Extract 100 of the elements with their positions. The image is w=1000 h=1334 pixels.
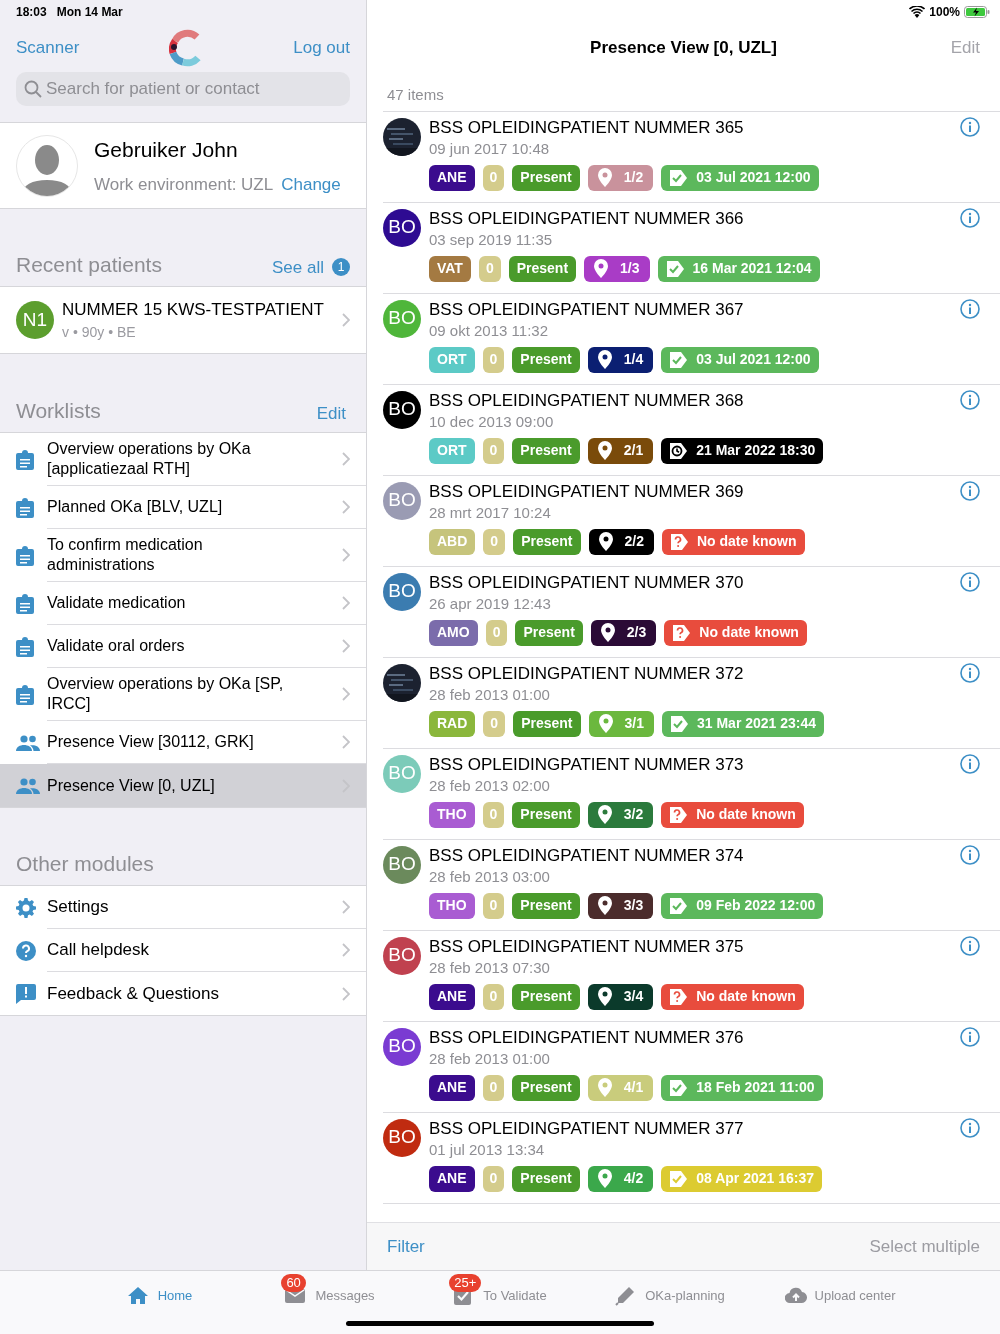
tag-check-icon [669, 714, 689, 733]
patient-avatar: BO [383, 1027, 421, 1066]
info-icon [960, 844, 980, 865]
department-tag: ANE [429, 164, 475, 191]
module-item[interactable]: Settings [0, 886, 366, 929]
due-date-tag: No date known [661, 983, 804, 1010]
tab-item[interactable]: 25+ To Validate [415, 1271, 585, 1306]
patient-date: 28 feb 2013 03:00 [429, 866, 551, 887]
patient-row[interactable]: BO BSS OPLEIDINGPATIENT NUMMER 368 10 dec 2013 09:00 ORT 0 Present 2/1 21 Mar 2022 18:30 [383, 384, 1000, 476]
patient-date: 28 feb 2013 01:00 [429, 1048, 551, 1069]
info-button[interactable] [960, 935, 980, 956]
patient-date: 28 mrt 2017 10:24 [429, 502, 552, 523]
due-date-tag: No date known [664, 619, 807, 646]
pin-icon [597, 441, 612, 460]
status-tag: Present [512, 892, 580, 919]
patient-row[interactable]: N1 NUMMER 15 KWS-TESTPATIENT v • 90y • BE [0, 287, 366, 353]
info-button[interactable] [960, 753, 980, 774]
battery-percent: 100% [929, 4, 960, 21]
info-button[interactable] [960, 844, 980, 865]
location-tag: 3/1 [588, 710, 654, 737]
module-item[interactable]: Call helpdesk [0, 929, 366, 972]
chevron-icon [342, 452, 350, 466]
tab-label: Messages [315, 1287, 375, 1306]
worklist-item[interactable]: Validate oral orders [0, 625, 366, 668]
info-icon [960, 571, 980, 592]
chevron-icon [342, 735, 350, 749]
info-button[interactable] [960, 207, 980, 228]
status-tag: Present [512, 801, 580, 828]
info-button[interactable] [960, 1026, 980, 1047]
department-tag: ORT [429, 346, 475, 373]
worklist-item[interactable]: To confirm medication administrations [0, 529, 366, 582]
counter-tag: 0 [482, 1074, 505, 1101]
info-button[interactable] [960, 571, 980, 592]
pin-icon [597, 1169, 612, 1188]
tag-check-icon [669, 1078, 689, 1097]
worklist-item[interactable]: Validate medication [0, 582, 366, 625]
status-tag: Present [508, 255, 577, 282]
patient-row[interactable]: BO BSS OPLEIDINGPATIENT NUMMER 367 09 okt 2013 11:32 ORT 0 Present 1/4 03 Jul 2021 12:00 [383, 293, 1000, 385]
info-button[interactable] [960, 662, 980, 683]
gear-icon [16, 897, 36, 918]
due-date-tag: 16 Mar 2021 12:04 [657, 255, 820, 282]
worklist-item[interactable]: Overview operations by OKa [applicatiezaal RTH] [0, 433, 366, 486]
search-field[interactable]: Search for patient or contact [16, 72, 350, 106]
department-tag: RAD [429, 710, 476, 737]
info-button[interactable] [960, 116, 980, 137]
patient-date: 10 dec 2013 09:00 [429, 411, 555, 432]
patient-row[interactable]: BO BSS OPLEIDINGPATIENT NUMMER 376 28 feb 2013 01:00 ANE 0 Present 4/1 18 Feb 2021 11:00 [383, 1021, 1000, 1113]
patient-row[interactable]: BSS OPLEIDINGPATIENT NUMMER 372 28 feb 2013 01:00 RAD 0 Present 3/1 31 Mar 2021 23:44 [383, 657, 1000, 749]
module-label: Feedback & Questions [47, 982, 220, 1005]
module-label: Settings [47, 896, 110, 919]
patient-date: 28 feb 2013 01:00 [429, 684, 551, 705]
patient-name: BSS OPLEIDINGPATIENT NUMMER 376 [429, 1026, 745, 1049]
patient-row[interactable]: BO BSS OPLEIDINGPATIENT NUMMER 374 28 feb 2013 03:00 THO 0 Present 3/3 09 Feb 2022 12:00 [383, 839, 1000, 931]
section-title: Recent patients [16, 251, 162, 278]
tag-check-icon [665, 259, 685, 278]
tab-item[interactable]: 60 Messages [245, 1271, 415, 1306]
worklist-item[interactable]: Planned OKa [BLV, UZL] [0, 486, 366, 529]
change-link[interactable]: Change [281, 171, 341, 197]
pin-icon [598, 532, 613, 551]
status-tag: Present [512, 437, 580, 464]
patient-name: BSS OPLEIDINGPATIENT NUMMER 372 [429, 662, 745, 685]
info-button[interactable] [960, 480, 980, 501]
patient-row[interactable]: BO BSS OPLEIDINGPATIENT NUMMER 375 28 feb 2013 07:30 ANE 0 Present 3/4 No date known [383, 930, 1000, 1022]
feedback-icon [16, 983, 36, 1004]
patient-avatar: N1 [16, 301, 54, 339]
due-date-tag: 09 Feb 2022 12:00 [661, 892, 824, 919]
info-button[interactable] [960, 389, 980, 410]
counter-tag: 0 [478, 255, 501, 282]
tag-question-icon [669, 532, 689, 551]
patient-row[interactable]: BO BSS OPLEIDINGPATIENT NUMMER 366 03 sep 2019 11:35 VAT 0 Present 1/3 16 Mar 2021 12:04 [383, 202, 1000, 294]
tag-question-icon [669, 805, 689, 824]
tag-check-icon [669, 1169, 689, 1188]
location-tag: 4/2 [587, 1165, 654, 1192]
info-button[interactable] [960, 1117, 980, 1138]
due-date-tag: 03 Jul 2021 12:00 [661, 164, 819, 191]
avatar-icon [16, 134, 78, 197]
department-tag: ABD [429, 528, 476, 555]
pin-icon [597, 805, 612, 824]
patient-row[interactable]: BSS OPLEIDINGPATIENT NUMMER 365 09 jun 2017 10:48 ANE 0 Present 1/2 03 Jul 2021 12:00 [383, 111, 1000, 203]
worklist-item[interactable]: Presence View [0, UZL] [0, 764, 366, 807]
worklist-label: Presence View [30112, GRK] [47, 732, 255, 752]
patient-name: BSS OPLEIDINGPATIENT NUMMER 375 [429, 935, 745, 958]
counter-tag: 0 [482, 437, 505, 464]
patient-date: 26 apr 2019 12:43 [429, 593, 552, 614]
patient-avatar: BO [383, 572, 421, 611]
location-tag: 4/1 [587, 1074, 654, 1101]
section-title: Other modules [16, 850, 154, 877]
info-button[interactable] [960, 298, 980, 319]
patient-date: 28 feb 2013 02:00 [429, 775, 551, 796]
patient-row[interactable]: BO BSS OPLEIDINGPATIENT NUMMER 373 28 feb 2013 02:00 THO 0 Present 3/2 No date known [383, 748, 1000, 840]
module-item[interactable]: Feedback & Questions [0, 972, 366, 1015]
patient-row[interactable]: BO BSS OPLEIDINGPATIENT NUMMER 369 28 mrt 2017 10:24 ABD 0 Present 2/2 No date known [383, 475, 1000, 567]
worklist-label: Overview operations by OKa [applicatiezaal RTH] [47, 439, 252, 479]
tag-check-icon [669, 896, 689, 915]
patient-row[interactable]: BO BSS OPLEIDINGPATIENT NUMMER 377 01 jul 2013 13:34 ANE 0 Present 4/2 08 Apr 2021 16:37 [383, 1112, 1000, 1204]
patient-row[interactable]: BO BSS OPLEIDINGPATIENT NUMMER 370 26 apr 2019 12:43 AMO 0 Present 2/3 No date known [383, 566, 1000, 658]
location-tag: 3/2 [587, 801, 654, 828]
worklist-item[interactable]: Overview operations by OKa [SP, IRCC] [0, 668, 366, 721]
patient-date: 09 jun 2017 10:48 [429, 138, 551, 159]
counter-tag: 0 [482, 164, 505, 191]
